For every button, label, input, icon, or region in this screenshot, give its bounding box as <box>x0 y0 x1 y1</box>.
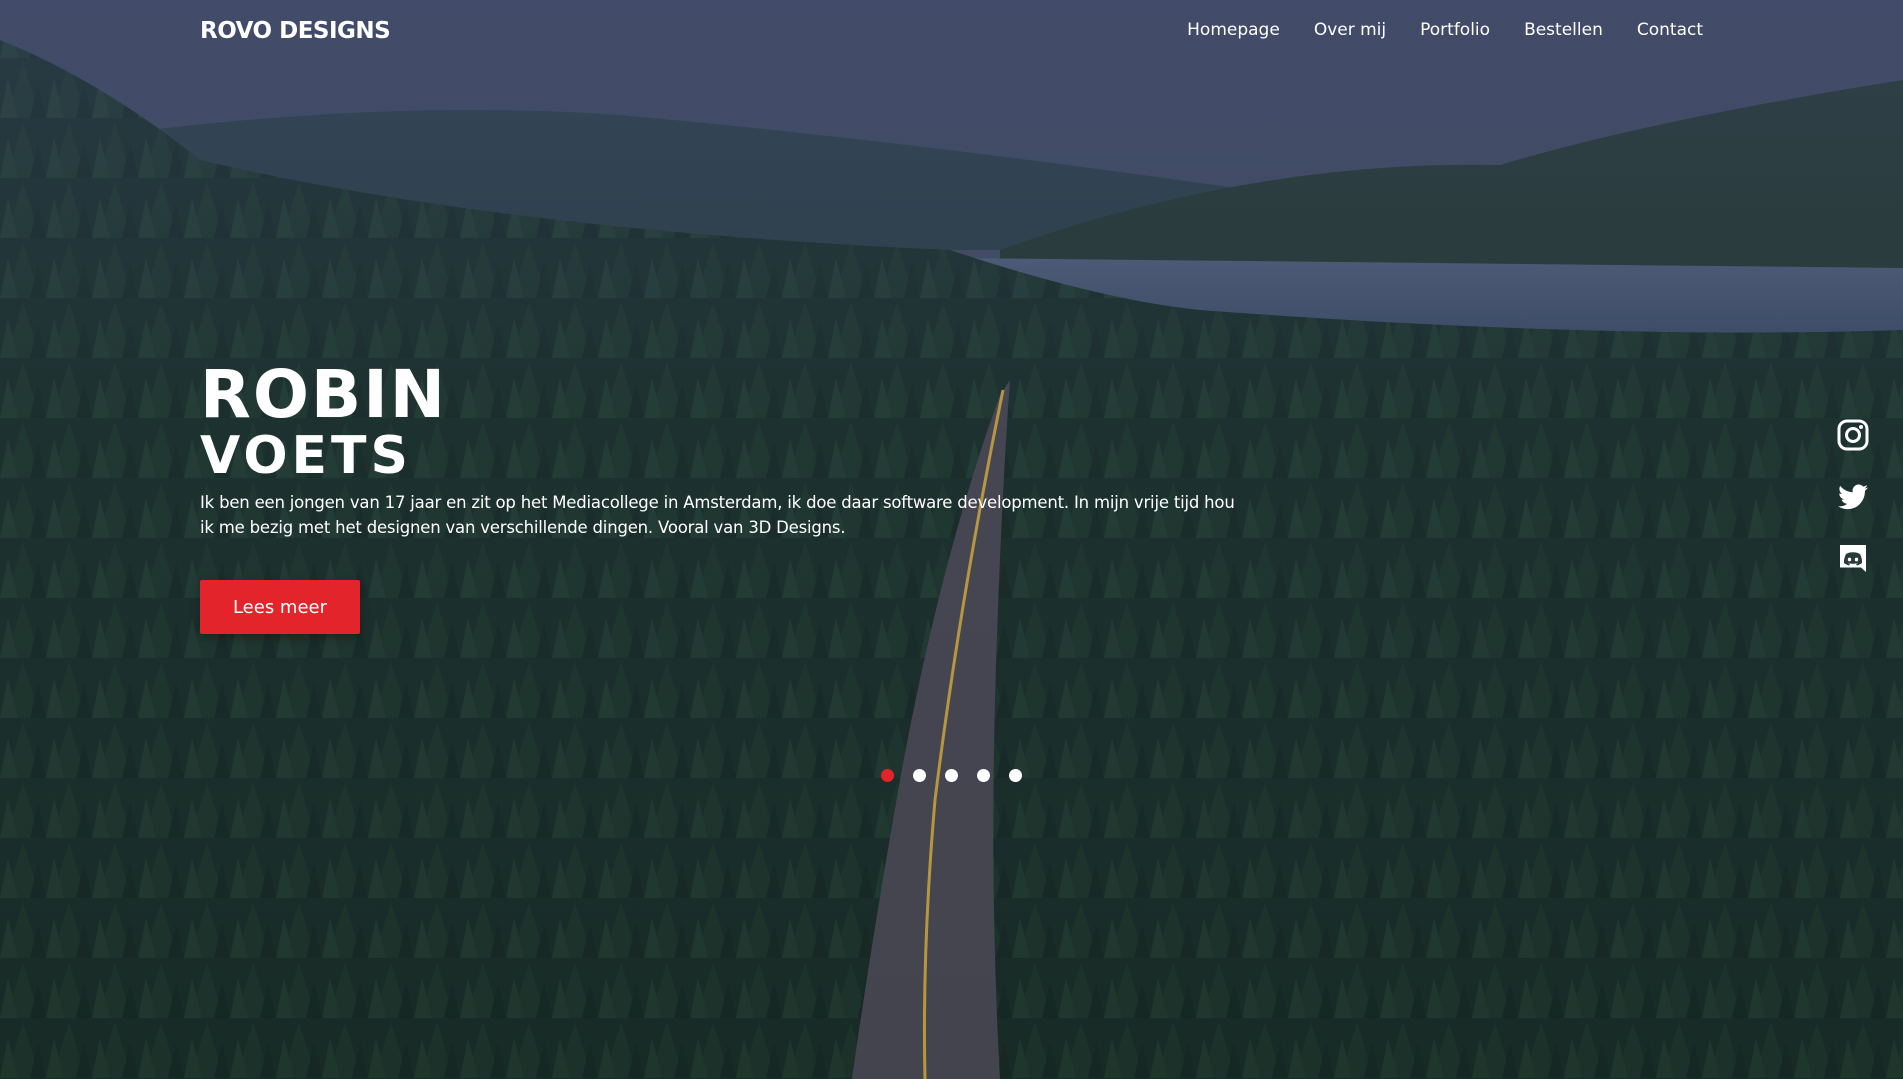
slider-dot-1[interactable] <box>881 769 894 782</box>
twitter-icon[interactable] <box>1836 480 1870 514</box>
nav-item-contact[interactable]: Contact <box>1637 20 1703 40</box>
slider-dot-2[interactable] <box>913 769 926 782</box>
nav-item-homepage[interactable]: Homepage <box>1187 20 1280 40</box>
site-logo[interactable]: ROVO DESIGNS <box>200 18 391 44</box>
hero-first-name: ROBIN <box>200 356 448 433</box>
lees-meer-button[interactable]: Lees meer <box>200 580 360 634</box>
slider-dot-4[interactable] <box>977 769 990 782</box>
instagram-icon[interactable] <box>1836 418 1870 452</box>
slider-dots <box>881 769 1022 782</box>
hero-bio: Ik ben een jongen van 17 jaar en zit op … <box>200 493 1235 537</box>
social-links <box>1836 418 1870 576</box>
hero-last-name: VOETS <box>200 426 412 486</box>
nav-item-over-mij[interactable]: Over mij <box>1314 20 1386 40</box>
nav-item-bestellen[interactable]: Bestellen <box>1524 20 1603 40</box>
hero-text-block: ROBIN VOETS Ik ben een jongen van 17 jaa… <box>200 362 1240 540</box>
discord-icon[interactable] <box>1836 542 1870 576</box>
slider-dot-5[interactable] <box>1009 769 1022 782</box>
navbar: ROVO DESIGNS Homepage Over mij Portfolio… <box>0 0 1903 66</box>
nav-links: Homepage Over mij Portfolio Bestellen Co… <box>1187 20 1703 40</box>
slider-dot-3[interactable] <box>945 769 958 782</box>
hero-section: ROVO DESIGNS Homepage Over mij Portfolio… <box>0 0 1903 1079</box>
nav-item-portfolio[interactable]: Portfolio <box>1420 20 1490 40</box>
